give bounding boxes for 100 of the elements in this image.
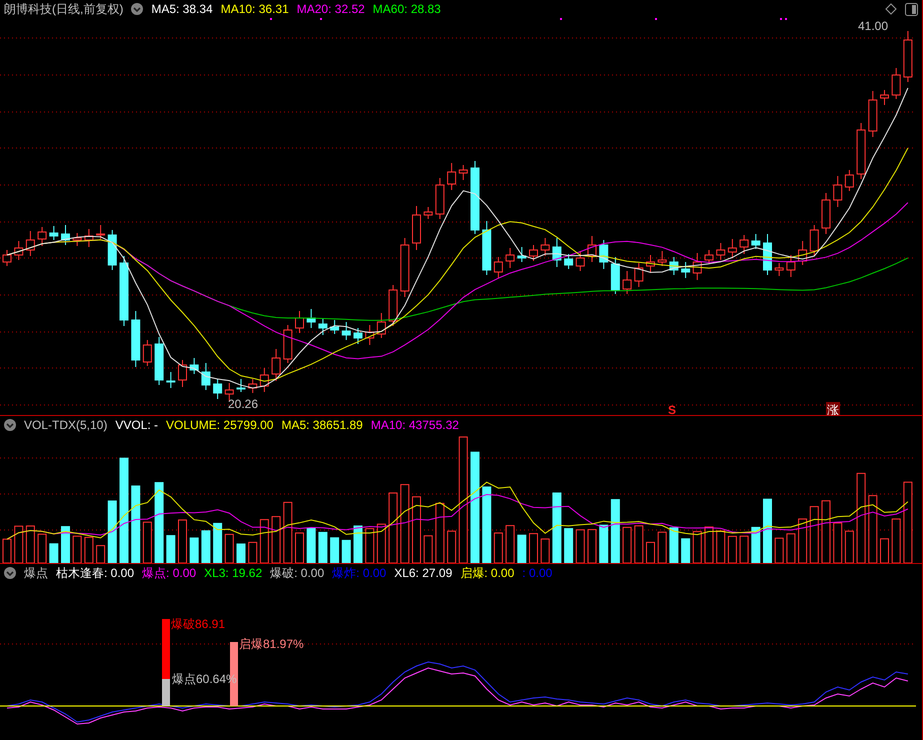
candlestick	[892, 68, 901, 100]
candlestick	[564, 254, 574, 270]
volume-bar	[142, 522, 152, 563]
dropdown-icon[interactable]	[131, 3, 144, 15]
candlestick	[61, 224, 70, 246]
candlestick	[494, 256, 503, 278]
candlestick	[447, 162, 456, 190]
volume-bar	[506, 525, 515, 563]
candlestick	[318, 318, 328, 336]
candlestick	[120, 256, 128, 326]
candlestick	[844, 170, 854, 192]
volume-bar	[96, 545, 106, 563]
candlestick	[283, 324, 292, 364]
volume-bar	[692, 531, 702, 563]
candlestick	[236, 378, 246, 392]
candlestick	[49, 226, 58, 240]
legend-value: XL6: 27.09	[394, 565, 452, 582]
legend-value: VVOL: -	[115, 417, 158, 434]
candlestick	[506, 248, 515, 268]
candlestick	[833, 176, 842, 208]
dropdown-icon[interactable]	[4, 419, 16, 431]
volume-bar	[412, 496, 421, 563]
volume-bar	[2, 538, 12, 563]
volume-bar	[681, 538, 690, 563]
volume-bar	[774, 538, 784, 563]
candlestick	[856, 122, 866, 180]
volume-bar	[295, 532, 304, 563]
candlestick	[728, 238, 737, 258]
candlestick	[142, 340, 152, 366]
volume-bar	[763, 498, 772, 563]
volume-bar	[49, 543, 58, 563]
candlestick	[376, 312, 386, 338]
volume-bar	[213, 522, 222, 563]
volume-bar	[26, 526, 35, 563]
volume-bar	[786, 533, 796, 563]
volume-bar	[447, 530, 456, 563]
candlestick	[822, 192, 830, 234]
volume-bar	[272, 516, 281, 563]
indicator-name: 爆点	[24, 565, 48, 582]
volume-bar	[201, 530, 210, 563]
volume-bar	[388, 492, 398, 563]
candlestick	[2, 250, 12, 266]
dropdown-icon[interactable]	[4, 567, 16, 579]
high-price-label: 41.00	[858, 19, 888, 33]
candlestick	[272, 348, 281, 382]
candlestick	[622, 270, 632, 294]
candlestick	[646, 254, 655, 274]
candlestick	[14, 240, 24, 260]
volume-bar	[751, 526, 760, 563]
candlestick	[435, 178, 444, 220]
candlestick	[692, 252, 702, 280]
candlestick	[190, 358, 199, 374]
volume-bar	[61, 526, 70, 563]
volume-bar	[260, 519, 269, 563]
candlestick	[704, 250, 714, 264]
candlestick	[774, 262, 784, 276]
candlestick	[354, 328, 362, 344]
candlestick	[669, 256, 678, 276]
legend-value: MA10: 43755.32	[370, 417, 459, 434]
candlestick	[529, 244, 538, 262]
legend-value: 启爆: 0.00	[460, 565, 514, 582]
legend-value: MA20: 32.52	[296, 1, 365, 18]
candlestick	[903, 30, 912, 82]
legend-value: 枯木逢春: 0.00	[56, 565, 134, 582]
candlestick	[716, 242, 726, 260]
legend-value: 爆炸: 0.00	[332, 565, 386, 582]
candlestick	[38, 226, 47, 246]
volume-bar	[658, 532, 667, 563]
candlestick	[798, 240, 808, 266]
candlestick	[400, 238, 410, 298]
volume-bar	[880, 538, 889, 563]
volume-bar	[810, 506, 819, 563]
candlestick	[751, 234, 760, 250]
volume-bar	[669, 527, 678, 563]
candlestick	[552, 238, 562, 268]
volume-bar	[435, 502, 444, 563]
panel-toggle-icon[interactable]	[905, 2, 918, 16]
candlestick	[166, 372, 176, 388]
candlestick	[868, 90, 878, 138]
legend-value: MA60: 28.83	[372, 1, 441, 18]
volume-bar	[283, 502, 292, 563]
candlestick	[388, 284, 398, 326]
candlestick	[576, 250, 585, 272]
signal-marker: S	[668, 403, 676, 415]
candlestick	[763, 234, 772, 276]
candlestick	[224, 382, 234, 402]
candlestick	[482, 220, 492, 276]
legend-value: 爆破: 0.00	[270, 565, 324, 582]
volume-bar	[376, 524, 386, 563]
candlestick	[84, 228, 94, 248]
candlestick	[213, 378, 222, 400]
diamond-icon[interactable]	[885, 3, 897, 15]
volume-bar	[540, 538, 550, 563]
candlestick	[599, 240, 608, 270]
volume-bar	[634, 525, 644, 563]
candlestick	[154, 336, 164, 386]
volume-bar	[833, 522, 842, 563]
candlestick	[295, 310, 304, 334]
volume-bar	[822, 500, 830, 563]
volume-bar	[552, 492, 562, 563]
